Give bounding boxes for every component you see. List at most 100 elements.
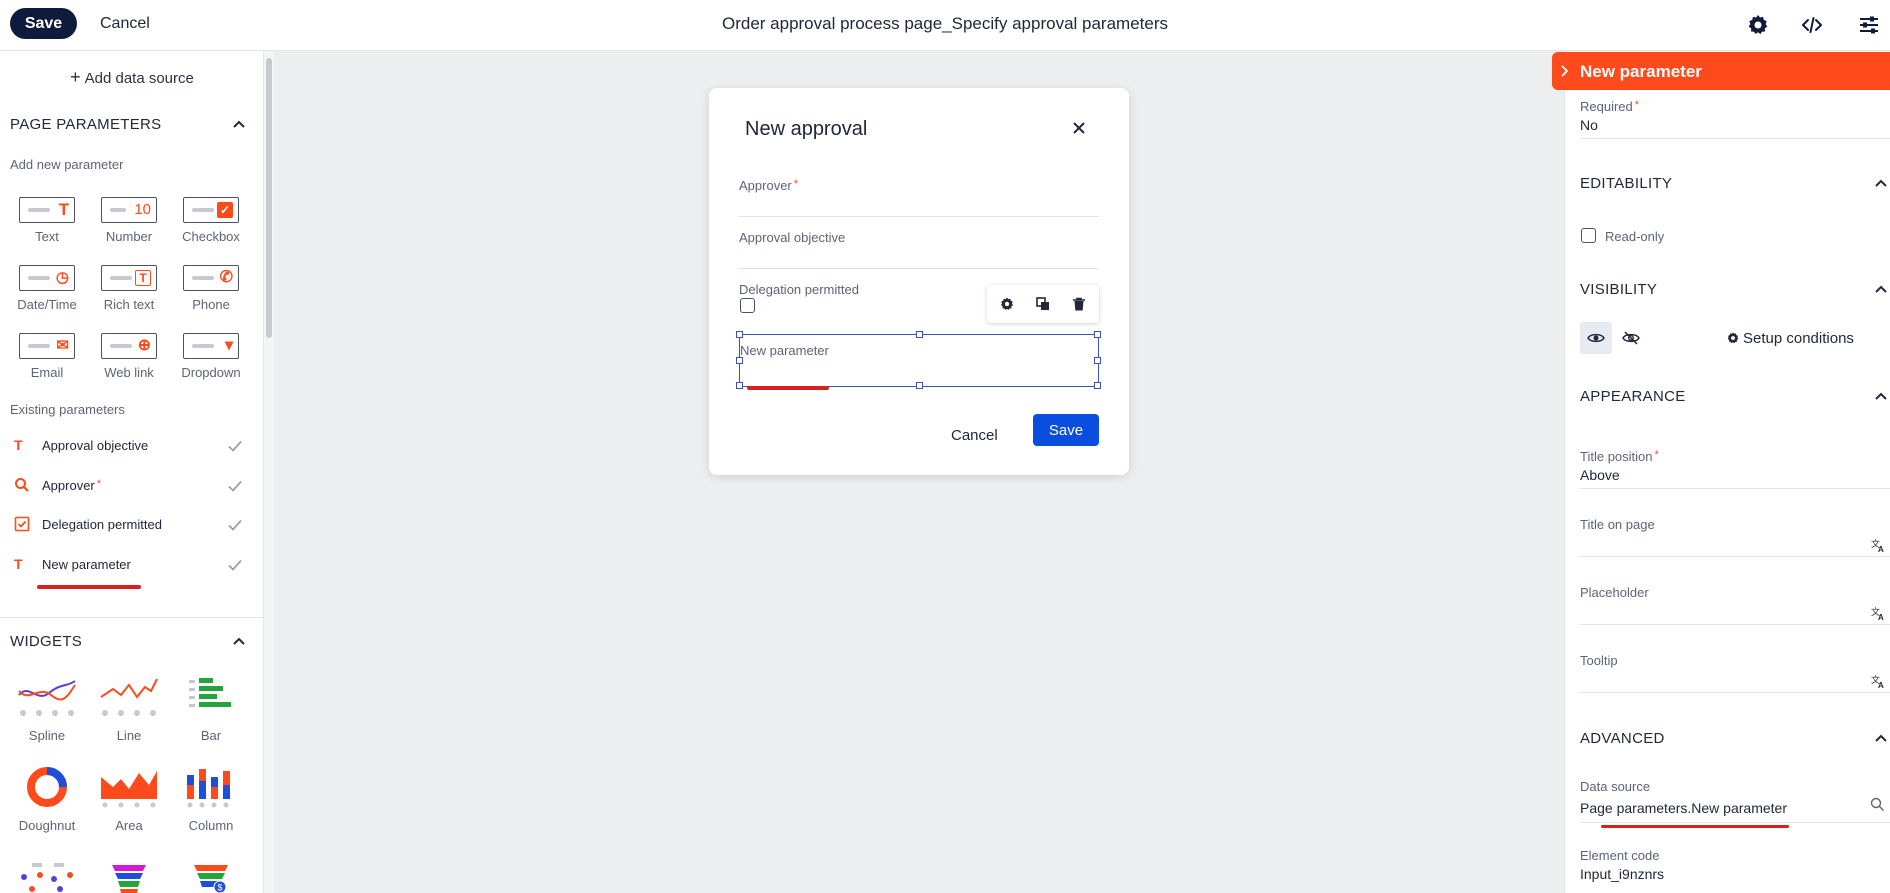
required-asterisk: * [96,478,102,490]
title-position-field[interactable]: Title position * Above [1580,449,1890,483]
existing-param-new-parameter[interactable]: T New parameter [10,554,246,578]
translate-icon[interactable]: 文A [1871,606,1885,620]
settings-gear-icon[interactable] [1746,13,1770,37]
title-position-label: Title position [1580,449,1653,464]
trash-icon[interactable] [1071,296,1087,312]
widget-area[interactable]: Area [88,765,170,833]
required-field[interactable]: Required * No [1580,99,1890,133]
left-panel-scrollbar-thumb[interactable] [266,58,272,338]
new-parameter-field[interactable]: New parameter [736,331,1101,389]
resize-handle[interactable] [736,331,743,338]
page-title: Order approval process page_Specify appr… [721,14,1169,33]
existing-param-approval-objective[interactable]: T Approval objective [10,435,246,459]
eye-off-icon [1622,331,1640,345]
tooltip-field[interactable]: Tooltip [1580,653,1890,668]
param-type-weblink[interactable]: ⊕ Web link [88,333,170,380]
approval-objective-field[interactable]: Approval objective [739,230,1099,269]
widget-doughnut[interactable]: Doughnut [6,765,88,833]
readonly-label: Read-only [1605,229,1665,244]
chevron-up-icon[interactable] [232,118,246,132]
resize-handle[interactable] [916,331,923,338]
setup-conditions-button[interactable]: Setup conditions [1726,329,1854,347]
resize-handle[interactable] [1094,357,1101,364]
chevron-up-icon[interactable] [1874,283,1888,297]
title-on-page-field[interactable]: Title on page [1580,517,1890,532]
placeholder-field[interactable]: Placeholder [1580,585,1890,600]
param-type-text[interactable]: T Text [6,197,88,244]
param-type-label: Dropdown [181,365,241,380]
existing-param-label: Approver * [42,478,101,493]
dialog-save-button[interactable]: Save [1033,414,1099,446]
widget-label: Line [116,728,142,743]
widget-label: Column [188,818,234,833]
visible-toggle[interactable] [1580,322,1612,354]
resize-handle[interactable] [1094,382,1101,389]
widgets-heading: WIDGETS [10,633,83,650]
properties-header[interactable]: New parameter [1552,52,1890,90]
param-type-label: Rich text [103,297,155,312]
delegation-permitted-checkbox[interactable] [740,298,755,313]
translate-icon[interactable]: 文A [1871,538,1885,552]
chevron-up-icon[interactable] [1874,732,1888,746]
data-source-field[interactable]: Data source Page parameters.New paramete… [1580,779,1890,816]
resize-handle[interactable] [736,382,743,389]
spline-chart-icon [18,680,76,716]
scatter-chart-icon[interactable] [18,861,78,893]
existing-param-approver[interactable]: Approver * [10,475,246,499]
checkbox-type-icon: ✓ [217,202,233,218]
chevron-right-icon[interactable] [1560,65,1570,77]
dialog-cancel-button[interactable]: Cancel [951,420,998,450]
hidden-toggle[interactable] [1615,322,1647,354]
chevron-up-icon[interactable] [232,635,246,649]
email-type-icon: ✉ [56,337,69,354]
sliders-icon[interactable] [1857,13,1881,37]
approver-field[interactable]: Approver * [739,178,1099,217]
code-icon[interactable] [1800,13,1824,37]
data-source-value: Page parameters.New parameter [1580,800,1787,816]
line-chart-icon [100,678,158,716]
param-type-phone[interactable]: ✆ Phone [170,265,252,312]
param-type-checkbox[interactable]: ✓ Checkbox [170,197,252,244]
properties-title: New parameter [1580,62,1702,81]
required-value: No [1580,117,1598,133]
funnel-chart-icon[interactable] [110,863,148,893]
translate-icon[interactable]: 文A [1871,674,1885,688]
existing-param-delegation-permitted[interactable]: Delegation permitted [10,514,246,538]
chevron-up-icon[interactable] [1874,390,1888,404]
param-type-dropdown[interactable]: ▾ Dropdown [170,333,252,380]
checkmark-icon [228,519,242,531]
readonly-checkbox[interactable] [1581,228,1596,243]
field-underline [1580,624,1890,625]
field-underline [739,268,1099,269]
widget-line[interactable]: Line [88,675,170,743]
add-data-source-button[interactable]: + Add data source [0,67,263,88]
dialog-title: New approval [745,118,868,140]
widget-column[interactable]: Column [170,765,252,833]
resize-handle[interactable] [916,382,923,389]
param-type-datetime[interactable]: ◷ Date/Time [6,265,88,312]
widget-label: Doughnut [18,818,76,833]
area-chart-icon [101,771,157,808]
resize-handle[interactable] [1094,331,1101,338]
close-icon[interactable] [1071,120,1087,136]
section-divider [0,617,263,618]
copy-icon[interactable] [1035,296,1051,312]
cancel-button[interactable]: Cancel [100,8,150,39]
existing-param-label: New parameter [42,557,131,572]
search-icon[interactable] [1870,797,1885,812]
element-code-field[interactable]: Element code Input_i9nznrs [1580,848,1890,882]
param-type-richtext[interactable]: T Rich text [88,265,170,312]
chevron-up-icon[interactable] [1874,177,1888,191]
widget-spline[interactable]: Spline [6,675,88,743]
param-type-email[interactable]: ✉ Email [6,333,88,380]
param-type-number[interactable]: 10 Number [88,197,170,244]
resize-handle[interactable] [736,357,743,364]
annotation-underline [37,585,141,589]
annotation-underline [1601,825,1789,828]
save-button[interactable]: Save [10,8,77,39]
required-asterisk: * [793,178,799,190]
widget-bar[interactable]: Bar [170,675,252,743]
param-type-label: Text [35,229,59,244]
settings-gear-icon[interactable] [999,296,1015,312]
funnel-money-chart-icon[interactable]: $ [192,863,230,893]
